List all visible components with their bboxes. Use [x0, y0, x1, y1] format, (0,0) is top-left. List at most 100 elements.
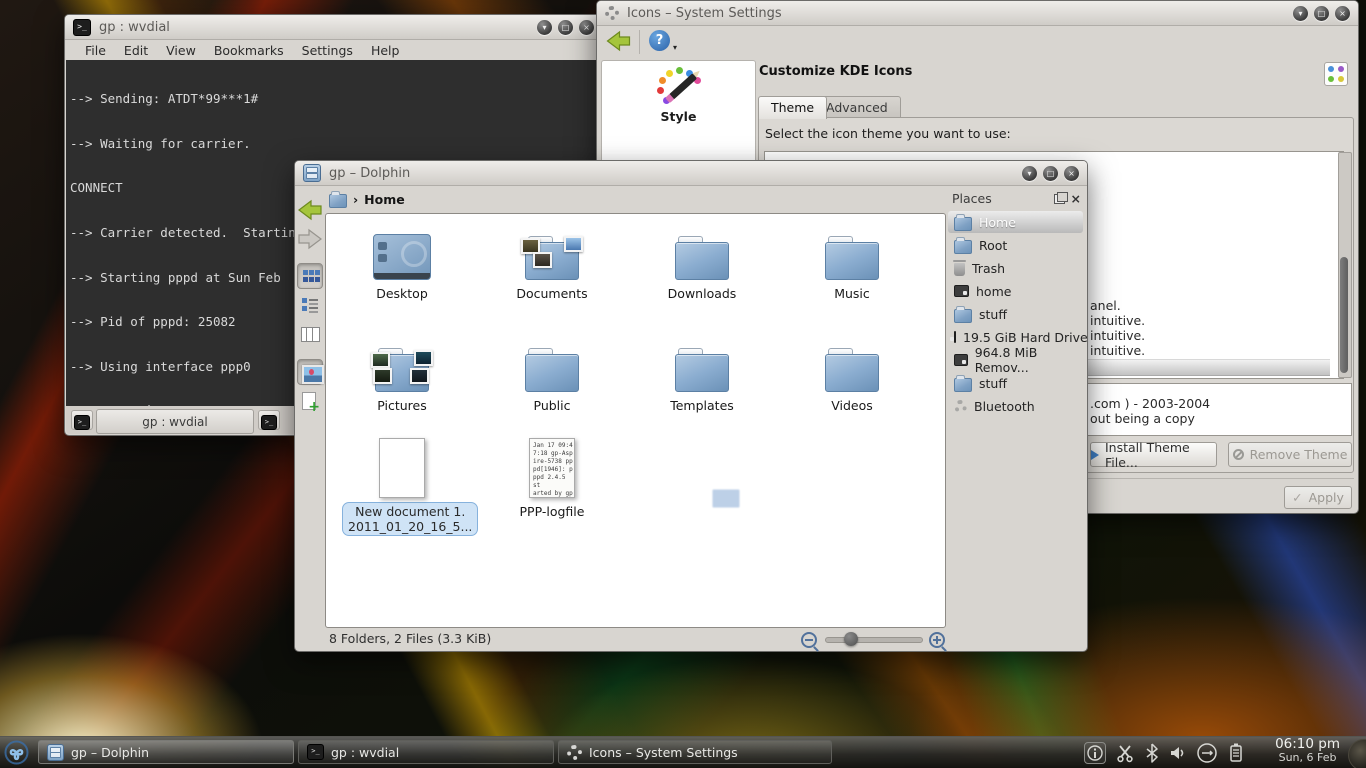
folder-view[interactable]: Desktop Documents Downloads Music — [325, 213, 946, 628]
zoom-out-icon[interactable] — [801, 632, 817, 648]
volume-icon[interactable] — [1169, 744, 1187, 762]
place-item-trash[interactable]: Trash — [948, 257, 1083, 279]
back-icon[interactable] — [605, 29, 632, 53]
clock[interactable]: 06:10 pm Sun, 6 Feb — [1275, 738, 1340, 764]
menu-file[interactable]: File — [85, 43, 106, 58]
close-button[interactable]: × — [1335, 6, 1350, 21]
info-tray-icon[interactable] — [1084, 742, 1106, 764]
menu-edit[interactable]: Edit — [124, 43, 148, 58]
place-item-home[interactable]: Home — [948, 211, 1083, 233]
konsole-titlebar[interactable]: >_ gp : wvdial ▾ □ × — [65, 15, 602, 40]
documents-folder-icon — [525, 236, 579, 280]
pictures-folder-icon — [375, 348, 429, 392]
task-system-settings[interactable]: Icons – System Settings — [558, 740, 832, 764]
detach-panel-icon[interactable] — [1054, 194, 1065, 204]
icons-view-button[interactable] — [297, 263, 323, 289]
launcher-icon[interactable] — [3, 739, 30, 766]
overview-button[interactable] — [1324, 62, 1348, 86]
terminal-line: --> Waiting for carrier. — [70, 137, 601, 152]
close-panel-icon[interactable]: × — [1071, 191, 1081, 206]
document-icon — [379, 438, 425, 498]
maximize-button[interactable]: □ — [1314, 6, 1329, 21]
remove-theme-button[interactable]: Remove Theme — [1228, 442, 1352, 467]
folder-icon — [954, 309, 972, 323]
details-view-button[interactable] — [297, 292, 323, 318]
folder-item[interactable]: Desktop — [342, 224, 462, 301]
back-button[interactable] — [297, 198, 323, 224]
close-button[interactable]: × — [579, 20, 594, 35]
tab-theme[interactable]: Theme — [758, 96, 827, 119]
terminal-icon: >_ — [74, 415, 90, 430]
maximize-button[interactable]: □ — [558, 20, 573, 35]
style-label: Style — [602, 109, 755, 124]
file-item-selected[interactable]: New document 1.2011_01_20_16_5... — [342, 436, 462, 536]
panel-toolbox-cashew[interactable] — [1348, 739, 1366, 768]
tab-list-button[interactable]: >_ — [258, 410, 280, 430]
zoom-in-icon[interactable] — [929, 632, 945, 648]
folder-item[interactable]: Documents — [492, 224, 612, 301]
place-item-root[interactable]: Root — [948, 234, 1083, 256]
task-label: Icons – System Settings — [589, 745, 738, 760]
folder-label: Templates — [642, 398, 762, 413]
split-view-button[interactable] — [297, 388, 323, 414]
preview-button[interactable] — [297, 359, 323, 385]
folder-icon — [954, 378, 972, 392]
breadcrumb[interactable]: › Home — [329, 191, 405, 208]
drive-icon — [954, 331, 956, 343]
scrollbar-thumb[interactable] — [1340, 257, 1348, 373]
close-button[interactable]: × — [1064, 166, 1079, 181]
menu-help[interactable]: Help — [371, 43, 400, 58]
add-document-icon — [302, 392, 316, 410]
usb-device-notifier-icon[interactable] — [1196, 742, 1218, 764]
help-icon[interactable]: ? — [649, 30, 670, 51]
maximize-button[interactable]: □ — [1043, 166, 1058, 181]
zoom-slider-knob[interactable] — [844, 632, 858, 646]
place-item-home-dev[interactable]: home — [948, 280, 1083, 302]
trash-icon — [954, 263, 965, 276]
settings-titlebar[interactable]: Icons – System Settings ▾ □ × — [597, 1, 1358, 26]
list-text-fragment: intuitive. — [1090, 328, 1145, 343]
desktop-folder-icon — [373, 234, 431, 280]
folder-item[interactable]: Videos — [792, 336, 912, 413]
minimize-button[interactable]: ▾ — [1293, 6, 1308, 21]
bluetooth-icon[interactable] — [1144, 743, 1160, 763]
new-tab-button[interactable]: >_ — [71, 410, 93, 430]
forward-button[interactable] — [297, 227, 323, 253]
folder-item[interactable]: Templates — [642, 336, 762, 413]
place-item-stuff2[interactable]: stuff — [948, 372, 1083, 394]
apply-button[interactable]: ✓ Apply — [1284, 486, 1352, 509]
task-dolphin[interactable]: gp – Dolphin — [38, 740, 294, 764]
folder-item[interactable]: Public — [492, 336, 612, 413]
folder-item[interactable]: Pictures — [342, 336, 462, 413]
folder-icon — [675, 236, 729, 280]
menu-settings[interactable]: Settings — [302, 43, 353, 58]
dolphin-icon — [303, 164, 321, 182]
zoom-slider[interactable] — [825, 637, 923, 643]
place-item-stuff[interactable]: stuff — [948, 303, 1083, 325]
minimize-button[interactable]: ▾ — [1022, 166, 1037, 181]
chevron-down-icon[interactable]: ▾ — [673, 43, 677, 52]
task-konsole[interactable]: >_ gp : wvdial — [298, 740, 554, 764]
forward-icon — [297, 227, 323, 251]
columns-view-button[interactable] — [297, 321, 323, 347]
menu-bookmarks[interactable]: Bookmarks — [214, 43, 284, 58]
folder-item[interactable]: Music — [792, 224, 912, 301]
menu-view[interactable]: View — [166, 43, 196, 58]
install-theme-button[interactable]: Install Theme File... — [1090, 442, 1217, 467]
breadcrumb-home[interactable]: Home — [364, 192, 405, 207]
place-item-removable[interactable]: 964.8 MiB Remov... — [948, 349, 1083, 371]
sidebar-item-style[interactable]: Style — [602, 67, 755, 124]
konsole-tab[interactable]: gp : wvdial — [96, 409, 254, 434]
minimize-button[interactable]: ▾ — [537, 20, 552, 35]
folder-label: Pictures — [342, 398, 462, 413]
file-item[interactable]: Jan 17 09:47:18 gp-Asp ire-5738 pppd[194… — [492, 436, 612, 519]
folder-item[interactable]: Downloads — [642, 224, 762, 301]
dolphin-title: gp – Dolphin — [329, 166, 410, 181]
task-label: gp – Dolphin — [71, 745, 149, 760]
battery-icon[interactable] — [1227, 742, 1245, 764]
klipper-scissors-icon[interactable] — [1115, 743, 1135, 763]
dolphin-titlebar[interactable]: gp – Dolphin ▾ □ × — [295, 161, 1087, 186]
place-item-bluetooth[interactable]: Bluetooth — [948, 395, 1083, 417]
details-view-icon — [302, 298, 307, 303]
dolphin-window: gp – Dolphin ▾ □ × › Home — [294, 160, 1088, 652]
